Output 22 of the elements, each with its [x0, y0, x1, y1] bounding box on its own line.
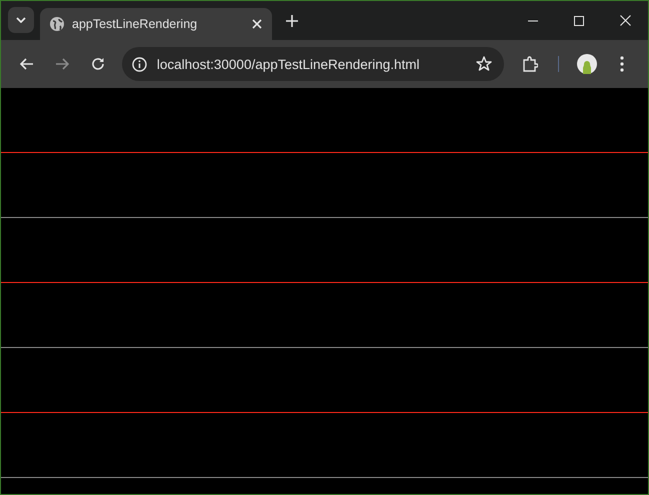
info-icon [132, 56, 147, 72]
chevron-down-icon [16, 17, 26, 23]
browser-tab[interactable]: appTestLineRendering [40, 8, 272, 40]
close-icon [620, 15, 630, 26]
tab-search-button[interactable] [8, 7, 34, 33]
close-tab-button[interactable] [252, 19, 262, 29]
puzzle-icon [522, 56, 538, 72]
back-arrow-icon [20, 58, 34, 70]
close-icon [252, 19, 262, 29]
bookmark-button[interactable] [476, 56, 492, 72]
star-icon [476, 56, 492, 72]
globe-icon [50, 17, 64, 31]
plus-icon [286, 15, 298, 27]
minimize-icon [528, 20, 538, 22]
reload-icon [91, 57, 106, 71]
avatar-icon [576, 54, 597, 74]
maximize-icon [574, 16, 584, 26]
menu-icon [620, 56, 624, 72]
forward-arrow-icon [55, 58, 70, 70]
url-text: localhost:30000/appTestLineRendering.html [156, 56, 421, 72]
tab-title: appTestLineRendering [72, 17, 198, 31]
address-bar[interactable]: localhost:30000/appTestLineRendering.html [122, 47, 504, 81]
